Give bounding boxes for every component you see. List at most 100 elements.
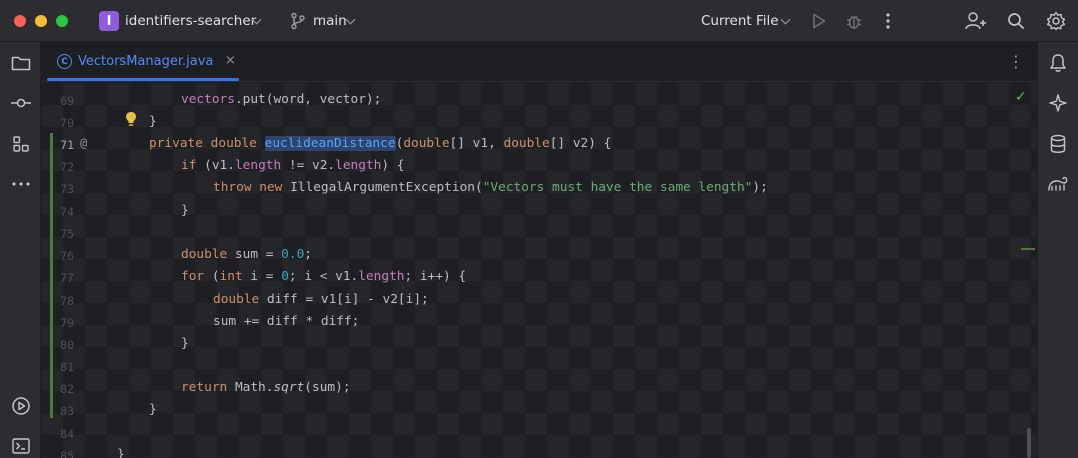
gradle-icon[interactable]	[1046, 172, 1070, 196]
code-token: sqrt	[273, 380, 305, 395]
code-line-73: throw new IllegalArgumentException("Vect…	[213, 180, 768, 195]
code-token: IllegalArgumentException(	[282, 180, 483, 195]
annotation-marker[interactable]: @	[80, 136, 87, 150]
line-number: 70	[60, 116, 74, 130]
code-token: }	[149, 402, 157, 417]
code-token: double	[403, 136, 450, 151]
add-user-icon[interactable]	[965, 10, 987, 32]
code-token: double	[213, 292, 260, 307]
line-number: 72	[60, 160, 74, 174]
method-name[interactable]: euclideanDistance	[264, 136, 396, 151]
branch-chevron-down-icon[interactable]	[345, 14, 356, 25]
line-number: 81	[60, 360, 74, 374]
line-number: 80	[60, 338, 74, 352]
code-token: double	[210, 136, 257, 151]
line-number: 78	[60, 294, 74, 308]
code-token: length	[234, 158, 282, 173]
code-line-85: }	[117, 447, 125, 458]
code-token: [] v2) {	[549, 136, 612, 151]
terminal-icon[interactable]	[9, 434, 33, 458]
more-actions-icon[interactable]	[877, 10, 899, 32]
code-line-82: return Math.sqrt(sum);	[181, 380, 351, 395]
code-line-83: }	[149, 402, 157, 417]
branch-name[interactable]: main	[313, 13, 347, 29]
code-token: length	[358, 269, 405, 284]
editor-gutter: 69 70 71 72 73 74 75 76 77 78 79 80 81 8…	[41, 83, 115, 458]
code-token: sum += diff * diff;	[213, 314, 360, 329]
database-icon[interactable]	[1046, 132, 1070, 156]
code-token: Math.	[227, 380, 274, 395]
lightbulb-icon[interactable]	[125, 111, 137, 127]
run-icon[interactable]	[808, 10, 830, 32]
code-token: ; i++) {	[404, 269, 467, 284]
code-token: 0.0	[281, 247, 305, 262]
structure-icon[interactable]	[9, 132, 33, 156]
project-badge[interactable]: I	[99, 11, 119, 31]
debug-icon[interactable]	[843, 10, 865, 32]
code-token: ;	[304, 247, 313, 262]
code-token: return	[181, 380, 228, 395]
code-line-80: }	[181, 336, 189, 351]
search-icon[interactable]	[1005, 10, 1027, 32]
code-token: new	[259, 180, 283, 195]
scrollbar-thumb[interactable]	[1027, 428, 1031, 458]
line-number: 75	[60, 227, 74, 241]
line-number: 69	[60, 94, 74, 108]
line-number: 85	[60, 449, 74, 458]
title-bar: I identifiers-searcher main Current File	[0, 0, 1078, 42]
minimize-window-button[interactable]	[35, 15, 47, 27]
code-token: i =	[242, 269, 282, 284]
current-line-number: 71	[60, 138, 74, 152]
java-class-icon: C	[57, 54, 72, 69]
code-token: if	[181, 158, 197, 173]
code-token: .put(word, vector);	[234, 92, 382, 107]
no-problems-check-icon[interactable]: ✓	[1015, 89, 1027, 105]
code-token: sum =	[227, 247, 282, 262]
code-line-71: private double euclideanDistance(double[…	[149, 136, 611, 151]
code-line-72: if (v1.length != v2.length) {	[181, 158, 404, 173]
line-number: 79	[60, 316, 74, 330]
code-line-69: vectors.put(word, vector);	[181, 92, 381, 107]
vcs-change-marker[interactable]	[50, 133, 53, 418]
scrollbar-change-marker[interactable]	[1021, 248, 1035, 250]
tab-close-icon[interactable]: ×	[225, 53, 236, 68]
code-token: ; i < v1.	[288, 269, 359, 284]
run-config-chevron-down-icon[interactable]	[780, 14, 791, 25]
tab-vectors-manager[interactable]: C VectorsManager.java ×	[47, 42, 241, 82]
code-token: (sum);	[304, 380, 351, 395]
code-token: diff = v1[i] - v2[i];	[259, 292, 429, 307]
code-token: );	[752, 180, 768, 195]
tab-label: VectorsManager.java	[78, 54, 214, 69]
code-token: "Vectors must have the same length"	[482, 180, 753, 195]
close-window-button[interactable]	[14, 15, 26, 27]
project-name[interactable]: identifiers-searcher	[125, 13, 256, 29]
branch-icon[interactable]	[290, 12, 306, 30]
gear-icon[interactable]	[1045, 10, 1067, 32]
line-number: 77	[60, 271, 74, 285]
code-token: throw	[213, 180, 252, 195]
line-number: 82	[60, 382, 74, 396]
line-number: 83	[60, 404, 74, 418]
code-token: }	[181, 336, 189, 351]
code-line-76: double sum = 0.0;	[181, 247, 312, 262]
run-configuration-selector[interactable]: Current File	[701, 13, 779, 29]
code-line-77: for (int i = 0; i < v1.length; i++) {	[181, 269, 466, 284]
code-line-74: }	[181, 203, 189, 218]
line-number: 76	[60, 249, 74, 263]
sparkle-icon[interactable]	[1046, 91, 1070, 115]
code-token: }	[117, 447, 125, 458]
services-icon[interactable]	[9, 394, 33, 418]
bell-icon[interactable]	[1046, 51, 1070, 75]
code-token: length	[335, 158, 382, 173]
more-tools-icon[interactable]	[9, 172, 33, 196]
code-editor[interactable]: 69 70 71 72 73 74 75 76 77 78 79 80 81 8…	[41, 83, 1037, 458]
maximize-window-button[interactable]	[56, 15, 68, 27]
code-token: double	[503, 136, 550, 151]
code-token: (v1.	[196, 158, 235, 173]
code-line-78: double diff = v1[i] - v2[i];	[213, 292, 429, 307]
code-token: != v2.	[281, 158, 336, 173]
folder-icon[interactable]	[9, 51, 33, 75]
code-token: (	[204, 269, 220, 284]
tab-menu-icon[interactable]: ⋮	[1008, 52, 1024, 71]
commit-icon[interactable]	[9, 91, 33, 115]
